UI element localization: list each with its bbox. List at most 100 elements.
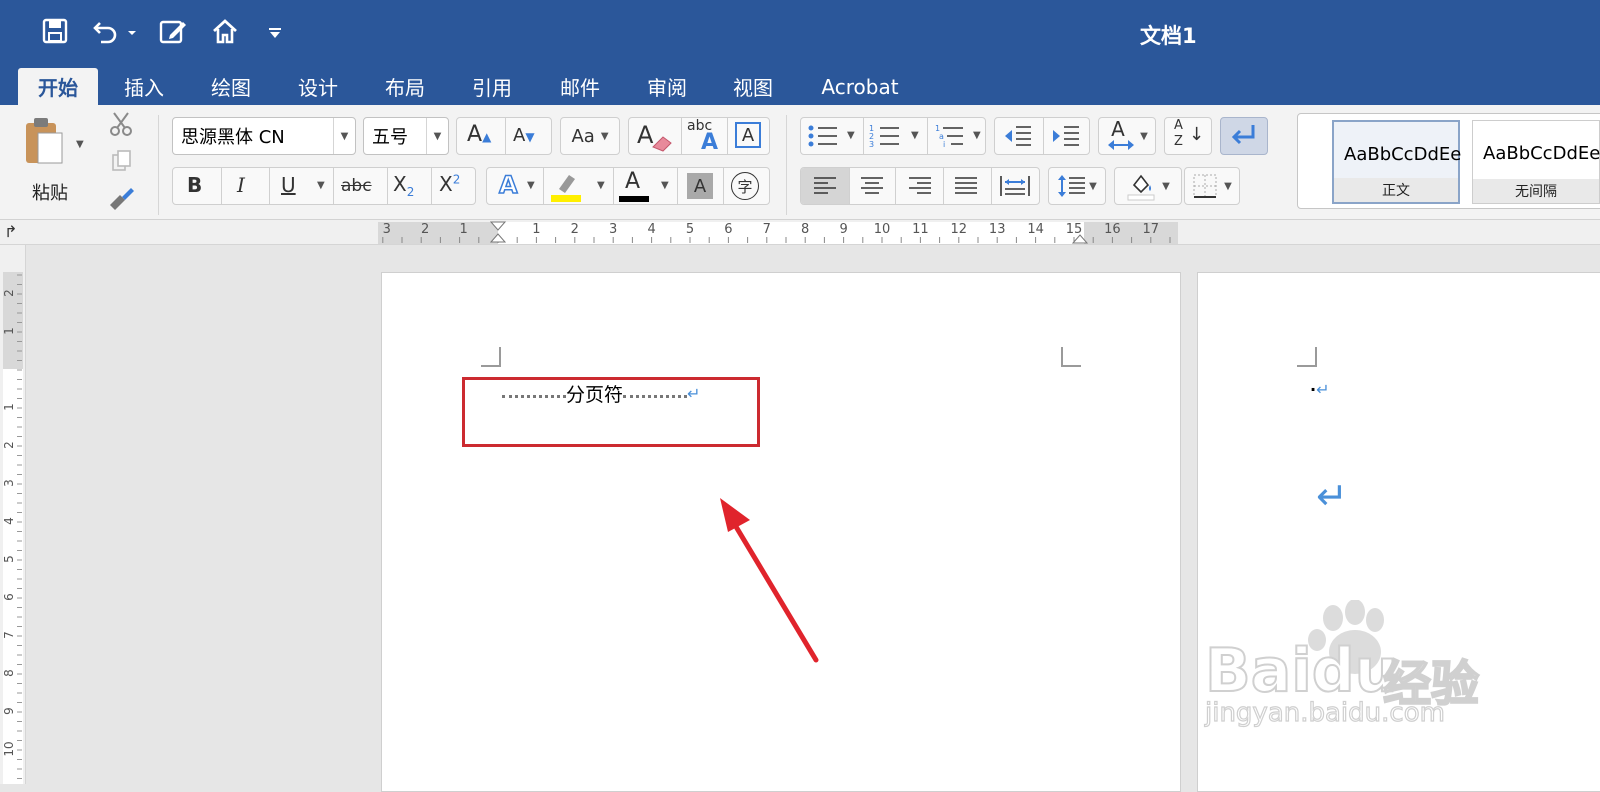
font-style-group: B I U ▼ abc X2 X2 — [172, 167, 476, 205]
numbering-icon[interactable]: 123 — [869, 123, 901, 154]
chevron-down-icon: ▼ — [1140, 130, 1148, 142]
underline-button[interactable]: U — [281, 173, 296, 197]
svg-text:3: 3 — [869, 140, 874, 149]
style-name: 正文 — [1334, 178, 1458, 202]
tab-mailings[interactable]: 邮件 — [538, 68, 622, 105]
undo-icon[interactable] — [90, 14, 124, 48]
undo-dropdown-icon[interactable] — [122, 16, 142, 50]
highlight-color-button[interactable] — [551, 171, 581, 208]
decrease-indent-icon[interactable] — [1003, 124, 1033, 153]
superscript-button[interactable]: X2 — [439, 172, 460, 196]
italic-button[interactable]: I — [237, 173, 245, 197]
sort-button[interactable]: A Z ↓ — [1164, 117, 1212, 155]
tab-draw[interactable]: 绘图 — [190, 68, 272, 105]
vertical-ruler[interactable]: 2 1 1 2 3 4 5 6 7 8 9 10 — [0, 245, 26, 792]
paste-button[interactable]: ▼ 粘贴 — [18, 113, 90, 209]
font-family-value: 思源黑体 CN — [181, 127, 285, 148]
format-painter-icon[interactable] — [108, 185, 136, 215]
enclose-characters-button[interactable]: 字 — [731, 172, 759, 200]
copy-icon[interactable] — [110, 149, 134, 177]
underline-dropdown-icon[interactable]: ▼ — [317, 180, 325, 191]
borders-button[interactable]: ▼ — [1184, 167, 1240, 205]
line-spacing-button[interactable]: ▼ — [1048, 167, 1106, 205]
watermark-url: jingyan.baidu.com — [1204, 697, 1445, 728]
highlight-dropdown-icon[interactable]: ▼ — [597, 180, 605, 191]
font-size-adjust-group: A▲ A▼ — [456, 117, 552, 155]
ribbon-tabs: 开始 插入 绘图 设计 布局 引用 邮件 审阅 视图 Acrobat — [18, 68, 926, 105]
align-right-icon[interactable] — [907, 176, 933, 201]
tab-insert[interactable]: 插入 — [98, 68, 190, 105]
ruler-number: 2 — [421, 222, 429, 237]
asian-layout-button[interactable]: A ▼ — [1098, 117, 1156, 155]
margin-corner-mark — [481, 347, 501, 367]
cut-icon[interactable] — [108, 111, 134, 141]
font-size-value: 五号 — [372, 127, 408, 148]
font-color-button[interactable]: A — [619, 168, 649, 204]
margin-corner-mark — [1061, 347, 1081, 367]
style-no-spacing[interactable]: AaBbCcDdEe 无间隔 — [1472, 120, 1600, 204]
shrink-font-button[interactable]: A▼ — [513, 125, 535, 146]
ruler-number: 5 — [2, 555, 16, 563]
paste-label: 粘贴 — [32, 183, 68, 204]
character-border-button[interactable]: A — [735, 122, 761, 148]
align-center-icon[interactable] — [859, 176, 885, 201]
distributed-icon[interactable] — [999, 174, 1031, 203]
multilevel-list-icon[interactable]: 1ai — [933, 123, 965, 154]
numbering-dropdown-icon[interactable]: ▼ — [911, 130, 919, 141]
chevron-down-icon: ▼ — [600, 130, 609, 142]
ruler-number: 7 — [763, 222, 771, 237]
font-family-select[interactable]: 思源黑体 CN ▼ — [172, 117, 356, 155]
enter-mark-icon: ↵ — [1316, 474, 1348, 518]
tab-acrobat[interactable]: Acrobat — [794, 68, 926, 105]
show-marks-button[interactable] — [1220, 117, 1268, 155]
home-icon[interactable] — [208, 14, 242, 48]
ruler-number: 11 — [912, 222, 929, 237]
highlight-box — [462, 377, 760, 447]
tab-review[interactable]: 审阅 — [622, 68, 712, 105]
bold-button[interactable]: B — [187, 173, 202, 197]
character-shading-button[interactable]: A — [687, 173, 713, 199]
tab-selector-icon[interactable]: ↱ — [4, 222, 17, 241]
list-buttons-group: ▼ 123 ▼ 1ai ▼ — [800, 117, 986, 155]
paste-dropdown-icon[interactable]: ▼ — [76, 139, 84, 150]
paragraph-mark: ↵ — [1316, 380, 1330, 399]
edit-icon[interactable] — [156, 14, 190, 48]
strikethrough-button[interactable]: abc — [341, 176, 372, 196]
bullets-dropdown-icon[interactable]: ▼ — [847, 130, 855, 141]
increase-indent-icon[interactable] — [1051, 124, 1081, 153]
change-case-button[interactable]: Aa ▼ — [560, 117, 620, 155]
save-icon[interactable] — [38, 14, 72, 48]
paragraph-line: ·↵ — [1310, 380, 1330, 399]
tab-design[interactable]: 设计 — [272, 68, 364, 105]
text-effects-button[interactable]: A — [498, 170, 518, 200]
watermark: Baidu 经验 jingyan.baidu.com — [1204, 599, 1495, 744]
ruler-number: 4 — [647, 222, 655, 237]
chevron-down-icon: ▼ — [1089, 180, 1097, 192]
chevron-down-icon: ▼ — [426, 118, 448, 154]
font-size-select[interactable]: 五号 ▼ — [363, 117, 449, 155]
ruler-number: 17 — [1143, 222, 1160, 237]
font-color-dropdown-icon[interactable]: ▼ — [661, 180, 669, 191]
phonetic-guide-button[interactable]: abc A — [685, 118, 723, 155]
ruler-number: 16 — [1104, 222, 1121, 237]
ruler-number: 2 — [2, 441, 16, 449]
customize-icon[interactable] — [258, 16, 292, 50]
tab-references[interactable]: 引用 — [446, 68, 538, 105]
tab-layout[interactable]: 布局 — [364, 68, 446, 105]
align-left-icon[interactable] — [801, 168, 849, 204]
ruler-number: 3 — [609, 222, 617, 237]
effects-dropdown-icon[interactable]: ▼ — [527, 180, 535, 191]
shading-button[interactable]: ▼ — [1114, 167, 1182, 205]
ruler-number: 4 — [2, 517, 16, 525]
multilevel-dropdown-icon[interactable]: ▼ — [973, 130, 981, 141]
subscript-button[interactable]: X2 — [393, 172, 414, 199]
style-normal[interactable]: AaBbCcDdEe 正文 — [1332, 120, 1461, 204]
grow-font-button[interactable]: A▲ — [467, 122, 491, 147]
justify-icon[interactable] — [953, 176, 979, 201]
tab-view[interactable]: 视图 — [712, 68, 794, 105]
clear-formatting-button[interactable]: A — [637, 121, 672, 152]
horizontal-ruler[interactable]: ↱ 3 2 1 1 2 3 4 5 6 7 8 9 10 11 12 13 14 15 16 17 — [0, 220, 1600, 245]
bullets-icon[interactable] — [807, 123, 839, 154]
watermark-brand: Baidu — [1204, 635, 1398, 707]
tab-home[interactable]: 开始 — [18, 68, 98, 105]
